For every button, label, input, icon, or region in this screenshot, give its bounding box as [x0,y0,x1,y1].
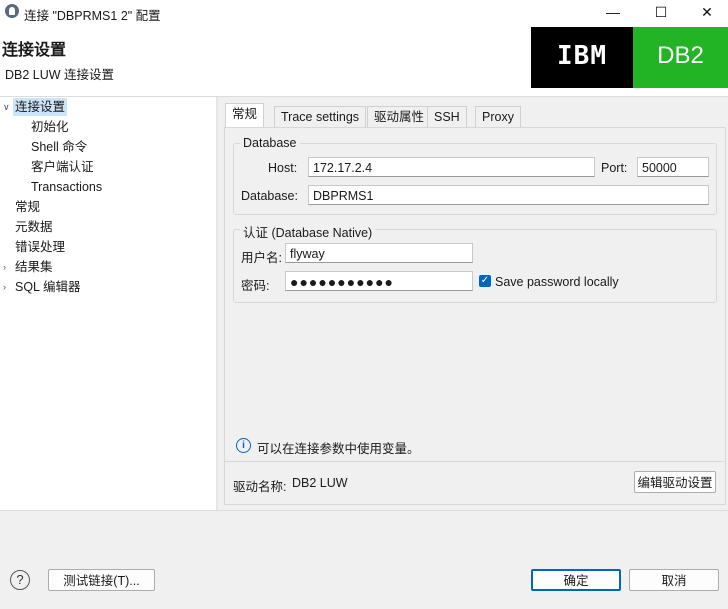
variables-hint: 可以在连接参数中使用变量。 [257,442,420,456]
minimize-button[interactable]: — [590,0,636,24]
dialog-footer [0,510,728,609]
cancel-button[interactable]: 取消 [629,569,719,591]
driver-name-value: DB2 LUW [292,476,348,490]
ibm-logo: IBM [531,27,633,88]
tab-proxy[interactable]: Proxy [475,106,521,128]
driver-name-label: 驱动名称: [233,480,287,494]
chevron-down-icon[interactable]: ∨ [3,98,13,116]
close-button[interactable]: ✕ [684,0,728,24]
chevron-right-icon[interactable]: › [3,258,13,276]
nav-item-connection-settings[interactable]: 连接设置 [13,98,68,116]
database-label: Database: [241,189,298,203]
nav-item-transactions[interactable]: Transactions [31,178,102,196]
nav-item-metadata[interactable]: 元数据 [15,218,53,236]
ibm-logo-text: IBM [531,41,633,71]
tab-ssh[interactable]: SSH [427,106,467,128]
nav-item-result-sets[interactable]: 结果集 [15,258,53,276]
port-label: Port: [601,161,628,175]
page-title: 连接设置 [2,42,67,59]
app-icon [5,4,19,18]
maximize-button[interactable]: ☐ [638,0,684,24]
save-password-label[interactable]: Save password locally [495,275,619,289]
password-label: 密码: [241,279,270,293]
info-icon: i [236,438,251,453]
settings-nav-tree: ∨ 连接设置 初始化 Shell 命令 客户端认证 Transactions 常… [0,97,216,510]
edit-driver-button[interactable]: 编辑驱动设置 [634,471,716,493]
tab-general[interactable]: 常规 [225,103,265,127]
username-input[interactable]: flyway [285,243,473,263]
nav-item-error-handling[interactable]: 错误处理 [15,238,65,256]
tab-driver-properties[interactable]: 驱动属性 [367,106,432,128]
db2-logo: DB2 [633,27,728,88]
chevron-right-icon[interactable]: › [3,278,13,296]
nav-item-client-auth[interactable]: 客户端认证 [31,158,94,176]
host-label: Host: [268,161,298,175]
username-label: 用户名: [241,251,282,265]
database-group-legend: Database [240,136,300,150]
nav-item-sql-editor[interactable]: SQL 编辑器 [15,278,81,296]
help-icon[interactable]: ? [10,570,30,590]
auth-group-legend: 认证 (Database Native) [240,222,376,241]
nav-item-init[interactable]: 初始化 [31,118,69,136]
test-connection-button[interactable]: 测试链接(T)... [48,569,155,591]
save-password-checkbox[interactable]: ✓ [479,275,491,287]
db2-logo-text: DB2 [657,42,704,69]
page-subtitle: DB2 LUW 连接设置 [5,68,115,82]
database-input[interactable]: DBPRMS1 [308,185,709,205]
ok-button[interactable]: 确定 [531,569,621,591]
tab-trace-settings[interactable]: Trace settings [274,106,367,128]
password-input[interactable]: ●●●●●●●●●●● [285,271,473,291]
driver-divider [224,461,724,462]
nav-item-shell-commands[interactable]: Shell 命令 [31,138,87,156]
nav-item-general[interactable]: 常规 [15,198,40,216]
window-title: 连接 "DBPRMS1 2" 配置 [24,9,161,23]
host-input[interactable]: 172.17.2.4 [308,157,595,177]
port-input[interactable]: 50000 [637,157,709,177]
